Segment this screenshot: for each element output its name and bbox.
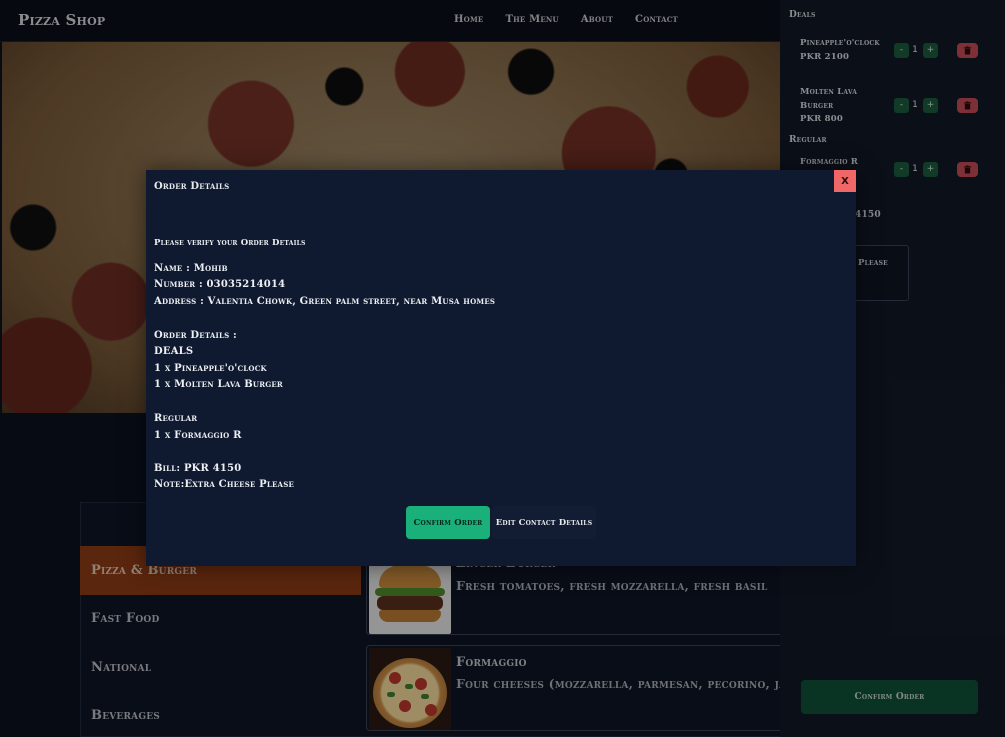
qty-minus-button[interactable]: - bbox=[894, 43, 909, 58]
order-item: 1 x Formaggio R bbox=[154, 430, 242, 441]
remove-item-button[interactable] bbox=[957, 162, 978, 177]
nav-link-contact[interactable]: Contact bbox=[635, 14, 678, 25]
nav-link-home[interactable]: Home bbox=[454, 14, 483, 25]
cart-item: Pineapple'o'clock PKR 2100 bbox=[800, 37, 880, 64]
qty-plus-button[interactable]: + bbox=[923, 43, 938, 58]
modal-title: Order Details bbox=[154, 181, 230, 192]
brand-logo[interactable]: Pizza Shop bbox=[18, 11, 105, 29]
qty-value: 1 bbox=[912, 100, 918, 110]
cart-item-name: Molten Lava Burger bbox=[800, 87, 858, 111]
qty-value: 1 bbox=[912, 45, 918, 55]
confirm-order-button[interactable]: Confirm Order bbox=[406, 506, 490, 539]
qty-value: 1 bbox=[912, 164, 918, 174]
trash-icon bbox=[963, 165, 972, 174]
nav-link-menu[interactable]: The Menu bbox=[505, 14, 558, 25]
deals-heading: DEALS bbox=[154, 346, 194, 357]
category-beverages[interactable]: Beverages bbox=[80, 692, 361, 737]
order-note: Note:Extra Cheese Please bbox=[154, 479, 294, 490]
product-description: Fresh tomatoes, fresh mozzarella, fresh … bbox=[456, 578, 768, 593]
customer-name: Name : Mohib bbox=[154, 263, 228, 274]
cart-item-name: Pineapple'o'clock bbox=[800, 38, 880, 48]
verify-text: Please verify your Order Details bbox=[154, 238, 306, 248]
order-item: 1 x Pineapple'o'clock bbox=[154, 363, 267, 374]
regular-heading: Regular bbox=[154, 413, 198, 424]
order-details-modal: Order Details X Please verify your Order… bbox=[146, 170, 856, 566]
qty-minus-button[interactable]: - bbox=[894, 98, 909, 113]
nav-link-about[interactable]: About bbox=[581, 14, 613, 25]
customer-address: Address : Valentia Chowk, Green palm str… bbox=[154, 296, 496, 307]
edit-contact-details-button[interactable]: Edit Contact Details bbox=[492, 506, 596, 539]
trash-icon bbox=[963, 46, 972, 55]
trash-icon bbox=[963, 101, 972, 110]
cart-item: Molten Lava Burger PKR 800 bbox=[800, 86, 870, 127]
customer-number: Number : 03035214014 bbox=[154, 279, 286, 290]
cart-section-regular: Regular bbox=[789, 135, 827, 145]
close-button[interactable]: X bbox=[834, 170, 856, 192]
navbar: Pizza Shop Home The Menu About Contact bbox=[0, 0, 780, 42]
remove-item-button[interactable] bbox=[957, 43, 978, 58]
qty-minus-button[interactable]: - bbox=[894, 162, 909, 177]
product-name: Formaggio bbox=[456, 655, 527, 670]
pizza-image bbox=[369, 648, 451, 730]
nav-links: Home The Menu About Contact bbox=[454, 14, 678, 25]
cart-section-deals: Deals bbox=[789, 10, 816, 20]
cart-note-text: Please bbox=[858, 258, 888, 268]
qty-plus-button[interactable]: + bbox=[923, 98, 938, 113]
cart-item-name: Formaggio R bbox=[800, 157, 859, 167]
qty-plus-button[interactable]: + bbox=[923, 162, 938, 177]
order-heading: Order Details : bbox=[154, 330, 237, 341]
cart-bill: 4150 bbox=[855, 210, 881, 220]
remove-item-button[interactable] bbox=[957, 98, 978, 113]
product-card[interactable]: Formaggio Four cheeses (mozzarella, parm… bbox=[366, 645, 780, 731]
cart-item-price: PKR 800 bbox=[800, 114, 843, 124]
order-item: 1 x Molten Lava Burger bbox=[154, 379, 283, 390]
cart-item-price: PKR 2100 bbox=[800, 51, 850, 62]
category-national[interactable]: National bbox=[80, 643, 361, 692]
cart-confirm-order-button[interactable]: Confirm Order bbox=[801, 680, 978, 714]
bill-total: Bill: PKR 4150 bbox=[154, 463, 242, 474]
category-fast-food[interactable]: Fast Food bbox=[80, 595, 361, 644]
product-description: Four cheeses (mozzarella, parmesan, peco… bbox=[456, 676, 780, 691]
category-list: Pizza & Burger Fast Food National Bevera… bbox=[80, 546, 361, 737]
